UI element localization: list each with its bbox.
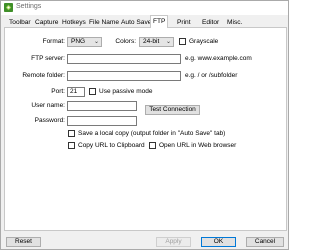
settings-window: Settings Toolbar Capture Hotkeys File Na…	[0, 0, 289, 250]
remote-folder-hint: e.g. / or /subfolder	[185, 72, 238, 79]
tab-ftp[interactable]: FTP	[150, 15, 169, 29]
format-label: Format:	[42, 38, 65, 45]
tab-capture[interactable]: Capture	[32, 17, 61, 28]
tab-hotkeys[interactable]: Hotkeys	[59, 17, 89, 28]
tab-bar: Toolbar Capture Hotkeys File Name Auto S…	[4, 15, 287, 29]
save-local-copy-label: Save a local copy (output folder in "Aut…	[78, 130, 226, 137]
test-connection-button[interactable]: Test Connection	[145, 105, 200, 115]
remote-folder-label: Remote folder:	[22, 72, 65, 79]
apply-button[interactable]: Apply	[156, 237, 191, 247]
tab-editor[interactable]: Editor	[199, 17, 222, 28]
cancel-button[interactable]: Cancel	[246, 237, 284, 247]
ftp-server-hint: e.g. www.example.com	[185, 55, 252, 62]
password-input[interactable]	[67, 116, 137, 126]
ftp-server-input[interactable]	[67, 54, 181, 64]
tab-toolbar[interactable]: Toolbar	[6, 17, 34, 28]
window-title: Settings	[16, 3, 42, 10]
user-name-input[interactable]	[67, 101, 137, 111]
format-value: PNG	[71, 38, 86, 45]
user-name-label: User name:	[31, 102, 65, 109]
chevron-down-icon: ⌄	[93, 39, 99, 45]
title-bar: Settings	[1, 1, 288, 15]
grayscale-label: Grayscale	[189, 38, 219, 45]
passive-mode-checkbox[interactable]	[89, 88, 96, 95]
save-local-copy-checkbox[interactable]	[68, 130, 75, 137]
chevron-down-icon: ⌄	[165, 39, 171, 45]
tab-print[interactable]: Print	[174, 17, 194, 28]
ok-button[interactable]: OK	[201, 237, 236, 247]
ftp-settings-panel: Format: PNG ⌄ Colors: 24-bit ⌄ Grayscale…	[4, 28, 287, 231]
colors-select[interactable]: 24-bit ⌄	[139, 37, 174, 47]
ftp-server-label: FTP server:	[31, 55, 65, 62]
passive-mode-label: Use passive mode	[99, 88, 153, 95]
greenshot-app-icon	[4, 3, 13, 12]
format-select[interactable]: PNG ⌄	[67, 37, 102, 47]
port-input[interactable]: 21	[67, 87, 85, 97]
reset-button[interactable]: Reset	[6, 237, 41, 247]
open-url-label: Open URL in Web browser	[159, 142, 237, 149]
port-label: Port:	[51, 88, 65, 95]
copy-url-label: Copy URL to Clipboard	[78, 142, 145, 149]
colors-label: Colors:	[115, 38, 136, 45]
tab-misc[interactable]: Misc.	[224, 17, 245, 28]
open-url-checkbox[interactable]	[149, 142, 156, 149]
grayscale-checkbox[interactable]	[179, 38, 186, 45]
tab-file-name[interactable]: File Name	[86, 17, 122, 28]
copy-url-checkbox[interactable]	[68, 142, 75, 149]
password-label: Password:	[34, 117, 65, 124]
remote-folder-input[interactable]	[67, 71, 181, 81]
tab-auto-save[interactable]: Auto Save	[118, 17, 154, 28]
colors-value: 24-bit	[143, 38, 160, 45]
